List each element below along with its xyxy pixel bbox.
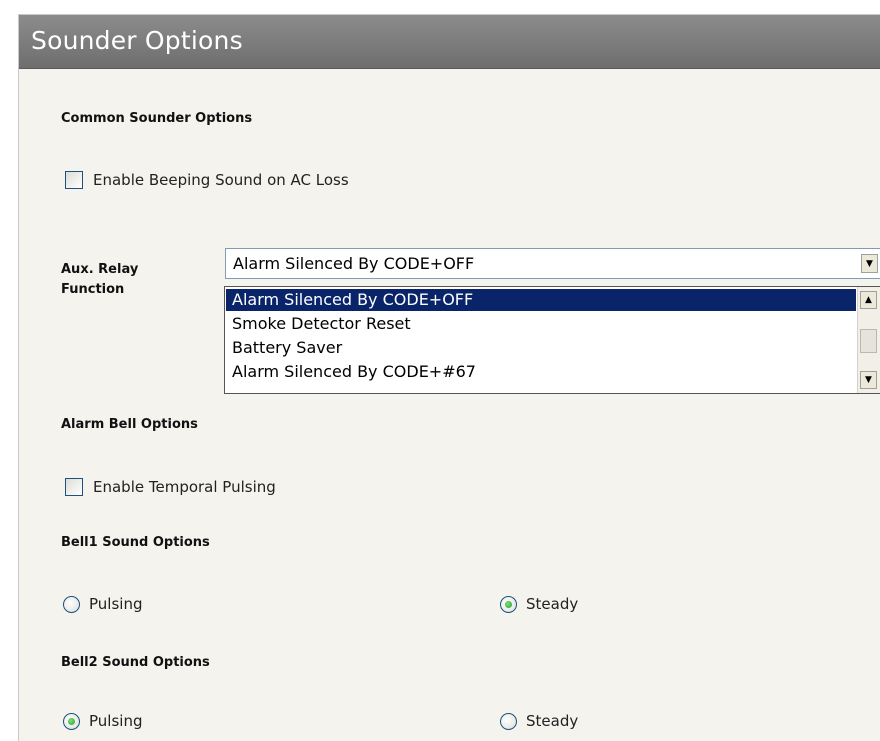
bell1-steady-option[interactable]: Steady [500, 595, 578, 613]
sounder-options-panel: Sounder Options Common Sounder Options E… [18, 14, 880, 741]
options-scrollbar[interactable]: ▲ ▼ [857, 287, 880, 393]
scroll-up-icon[interactable]: ▲ [860, 291, 877, 309]
aux-relay-option[interactable]: Alarm Silenced By CODE+OFF [226, 289, 856, 311]
scrollbar-thumb[interactable] [860, 329, 877, 353]
ac-loss-label: Enable Beeping Sound on AC Loss [93, 171, 349, 189]
bell1-pulsing-label: Pulsing [89, 595, 143, 613]
ac-loss-option[interactable]: Enable Beeping Sound on AC Loss [65, 171, 349, 189]
aux-relay-selected-value: Alarm Silenced By CODE+OFF [233, 254, 475, 273]
alarm-bell-heading: Alarm Bell Options [61, 417, 198, 432]
panel-title-bar: Sounder Options [19, 15, 880, 69]
bell2-steady-option[interactable]: Steady [500, 712, 578, 730]
bell2-steady-label: Steady [526, 712, 579, 730]
temporal-pulsing-checkbox[interactable] [65, 478, 83, 496]
bell1-heading: Bell1 Sound Options [61, 535, 210, 550]
aux-relay-option[interactable]: Alarm Silenced By CODE+#67 [226, 361, 856, 383]
dropdown-arrow-icon[interactable]: ▼ [861, 254, 878, 273]
bell2-pulsing-label: Pulsing [89, 712, 143, 730]
aux-relay-option[interactable]: Smoke Detector Reset [226, 313, 856, 335]
scroll-down-icon[interactable]: ▼ [860, 371, 877, 389]
bell1-pulsing-radio[interactable] [63, 595, 80, 613]
temporal-pulsing-label: Enable Temporal Pulsing [93, 478, 276, 496]
aux-relay-label-line1: Aux. Relay [61, 262, 139, 277]
bell2-steady-radio[interactable] [500, 712, 517, 730]
aux-relay-options-list[interactable]: Alarm Silenced By CODE+OFF Smoke Detecto… [224, 286, 880, 394]
bell1-steady-label: Steady [526, 595, 579, 613]
aux-relay-option[interactable]: Battery Saver [226, 337, 856, 359]
bell1-steady-radio[interactable] [500, 595, 517, 613]
bell1-pulsing-option[interactable]: Pulsing [63, 595, 142, 613]
aux-relay-label-line2: Function [61, 282, 125, 297]
bell2-pulsing-option[interactable]: Pulsing [63, 712, 142, 730]
ac-loss-checkbox[interactable] [65, 171, 83, 189]
temporal-pulsing-option[interactable]: Enable Temporal Pulsing [65, 478, 276, 496]
aux-relay-select[interactable]: Alarm Silenced By CODE+OFF ▼ [225, 248, 880, 279]
bell2-pulsing-radio[interactable] [63, 712, 80, 730]
aux-relay-label: Aux. Relay Function [61, 260, 201, 300]
bell2-heading: Bell2 Sound Options [61, 655, 210, 670]
panel-title: Sounder Options [31, 26, 243, 55]
common-sounder-heading: Common Sounder Options [61, 111, 253, 126]
